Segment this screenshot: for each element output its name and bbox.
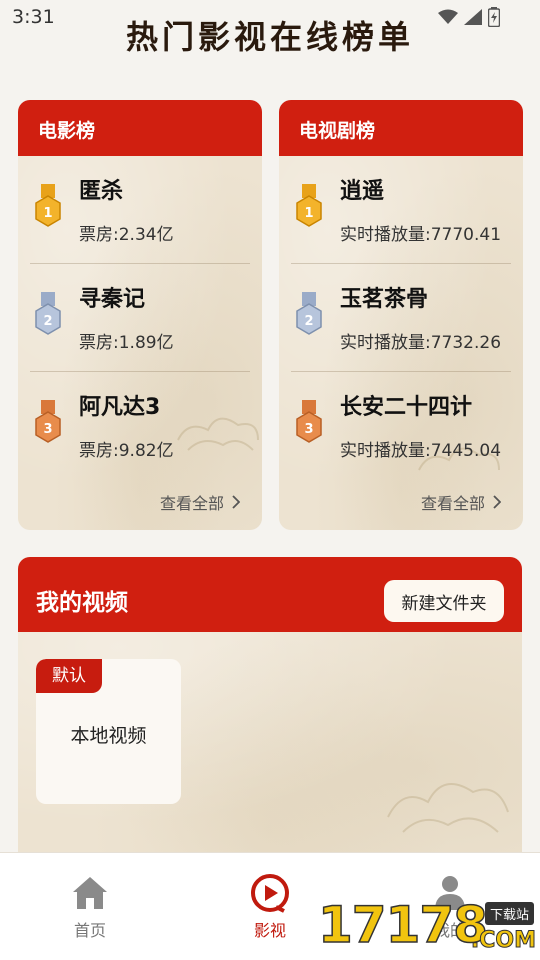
tv-play-count: 实时播放量:7770.41: [340, 225, 502, 245]
movie-rank-title: 电影榜: [18, 100, 262, 156]
see-all-label: 查看全部: [420, 494, 485, 513]
page-title: 热门影视在线榜单: [125, 18, 414, 56]
tv-rank-card: 电视剧榜 1 逍遥 实时播放量:7770.41 2 玉茗茶骨 实时播放量:773…: [279, 100, 523, 530]
home-icon: [73, 877, 107, 909]
play-icon: [251, 874, 289, 913]
svg-text:1: 1: [304, 206, 313, 221]
svg-text:2: 2: [304, 314, 313, 329]
movie-rank-item[interactable]: 1 匿杀 票房:2.34亿: [30, 156, 250, 264]
chevron-right-icon: [232, 495, 240, 509]
my-video-header: 我的视频 新建文件夹: [18, 557, 522, 632]
tv-play-count: 实时播放量:7732.26: [340, 333, 502, 353]
movie-name: 寻秦记: [79, 287, 146, 312]
tv-name: 逍遥: [340, 179, 385, 204]
movie-name: 阿凡达3: [79, 395, 161, 420]
watermark-suffix: .COM: [470, 928, 536, 954]
movie-box-office: 票房:9.82亿: [79, 441, 174, 461]
tv-see-all-link[interactable]: 查看全部: [421, 490, 501, 514]
gold-medal-icon: 1: [296, 184, 322, 227]
tv-rank-item[interactable]: 1 逍遥 实时播放量:7770.41: [291, 156, 511, 264]
see-all-label: 查看全部: [159, 494, 224, 513]
tv-rank-item[interactable]: 2 玉茗茶骨 实时播放量:7732.26: [291, 264, 511, 372]
silver-medal-icon: 2: [296, 292, 322, 335]
cloud-decoration: [387, 783, 509, 833]
tv-rank-item[interactable]: 3 长安二十四计 实时播放量:7445.04: [291, 372, 511, 480]
watermark-digits: 17178: [317, 895, 488, 955]
svg-text:3: 3: [304, 422, 313, 437]
svg-text:2: 2: [43, 314, 52, 329]
my-video-title: 我的视频: [36, 590, 128, 616]
nav-item-video[interactable]: 影视: [230, 873, 310, 941]
nav-label-video: 影视: [253, 921, 286, 940]
movie-rank-item[interactable]: 2 寻秦记 票房:1.89亿: [30, 264, 250, 372]
movie-rank-card: 电影榜 1 匿杀 票房:2.34亿 2 寻秦记 票房:1.89亿 3 阿凡达3 …: [18, 100, 262, 530]
tv-name: 长安二十四计: [340, 395, 473, 420]
nav-label-home: 首页: [73, 921, 106, 940]
movie-box-office: 票房:2.34亿: [79, 225, 174, 245]
watermark-tag: 下载站: [484, 902, 534, 925]
bronze-medal-icon: 3: [296, 400, 322, 443]
default-badge: 默认: [36, 659, 102, 693]
new-folder-button[interactable]: 新建文件夹: [384, 580, 504, 622]
gold-medal-icon: 1: [35, 184, 61, 227]
site-watermark: 17178 下载站 .COM: [317, 895, 540, 960]
folder-card-local-video[interactable]: 默认 本地视频: [36, 659, 181, 804]
tv-name: 玉茗茶骨: [340, 287, 429, 312]
svg-text:3: 3: [43, 422, 52, 437]
movie-box-office: 票房:1.89亿: [79, 333, 174, 353]
movie-name: 匿杀: [79, 179, 124, 204]
tv-play-count: 实时播放量:7445.04: [340, 441, 502, 461]
movie-see-all-link[interactable]: 查看全部: [160, 490, 240, 514]
folder-name: 本地视频: [70, 725, 147, 747]
bronze-medal-icon: 3: [35, 400, 61, 443]
chevron-right-icon: [493, 495, 501, 509]
movie-rank-item[interactable]: 3 阿凡达3 票房:9.82亿: [30, 372, 250, 480]
silver-medal-icon: 2: [35, 292, 61, 335]
nav-item-home[interactable]: 首页: [50, 873, 130, 941]
svg-text:1: 1: [43, 206, 52, 221]
my-video-section: 我的视频 新建文件夹 默认 本地视频: [18, 557, 522, 857]
tv-rank-title: 电视剧榜: [279, 100, 523, 156]
